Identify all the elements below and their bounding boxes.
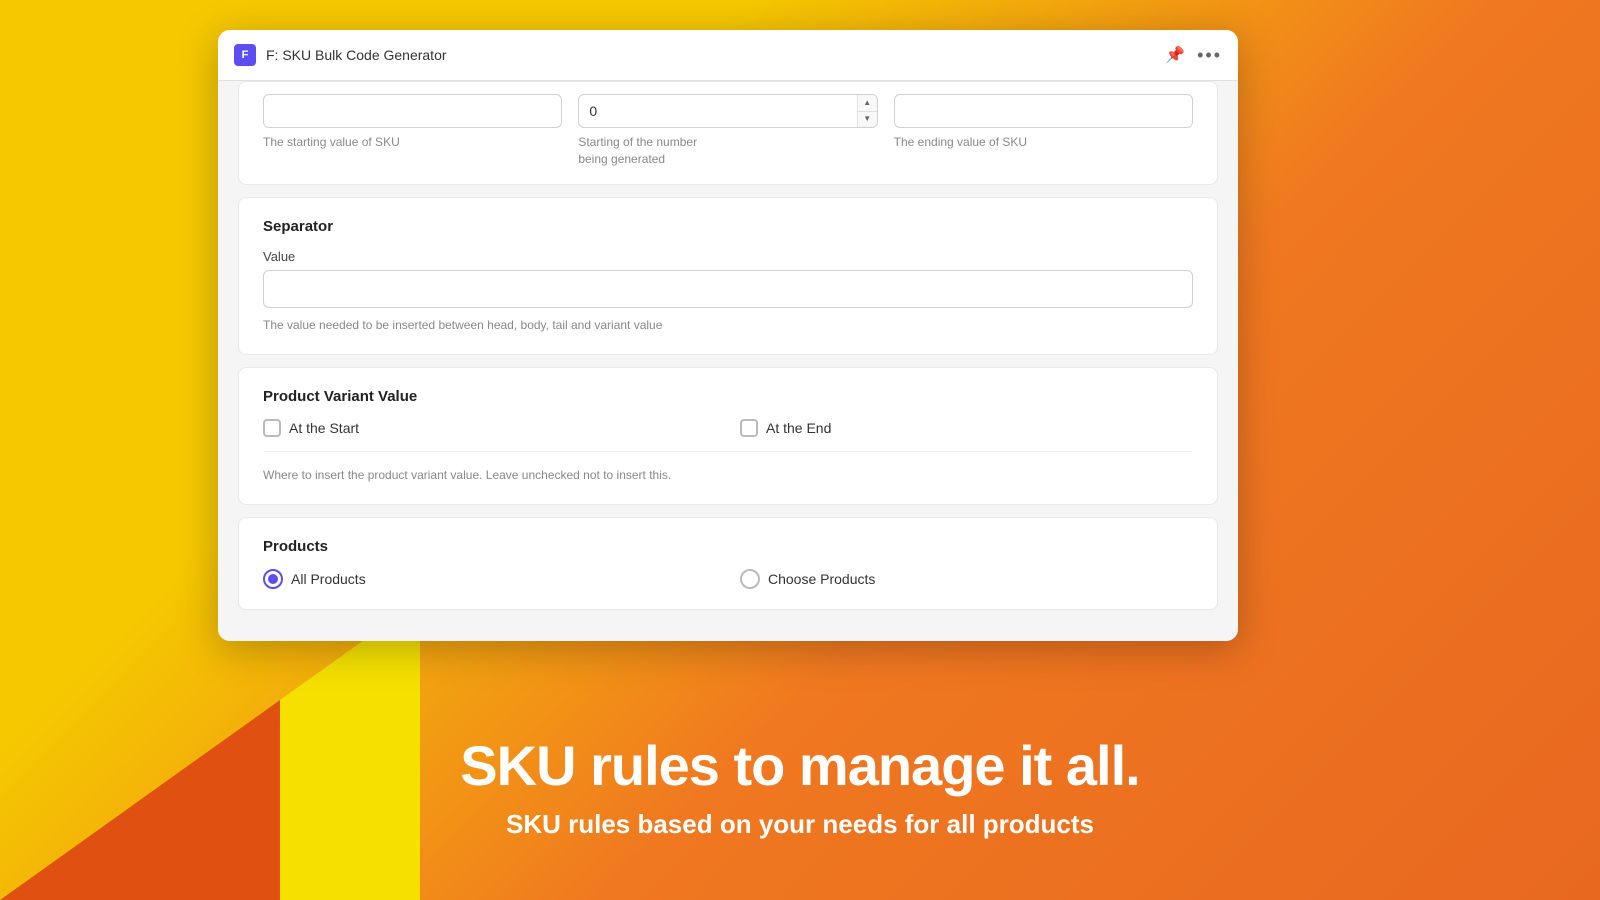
content-area: The starting value of SKU ▲ ▼ Starting o… — [218, 81, 1238, 641]
titlebar-left: F F: SKU Bulk Code Generator — [234, 44, 447, 66]
starting-number-wrapper: ▲ ▼ — [578, 94, 877, 128]
starting-sku-hint: The starting value of SKU — [263, 134, 562, 151]
at-start-checkbox[interactable] — [263, 419, 281, 437]
at-end-option: At the End — [740, 419, 1193, 437]
separator-card: Separator Value The value needed to be i… — [238, 197, 1218, 355]
at-start-option: At the Start — [263, 419, 716, 437]
ending-sku-input[interactable] — [894, 94, 1193, 128]
product-variant-title: Product Variant Value — [263, 388, 1193, 405]
footer-subheadline: SKU rules based on your needs for all pr… — [20, 809, 1580, 840]
separator-value-label: Value — [263, 249, 1193, 264]
starting-sku-field-group: The starting value of SKU — [263, 94, 562, 151]
products-title: Products — [263, 538, 1193, 555]
all-products-radio[interactable] — [263, 569, 283, 589]
separator-input[interactable] — [263, 270, 1193, 308]
variant-divider — [263, 451, 1193, 452]
starting-number-field-group: ▲ ▼ Starting of the number being generat… — [578, 94, 877, 168]
separator-hint: The value needed to be inserted between … — [263, 318, 662, 332]
choose-products-option: Choose Products — [740, 569, 1193, 589]
spinner-up-button[interactable]: ▲ — [858, 95, 877, 112]
pin-icon[interactable]: 📌 — [1165, 45, 1185, 65]
variant-options-row: At the Start At the End — [263, 419, 1193, 437]
ending-sku-hint: The ending value of SKU — [894, 134, 1193, 151]
titlebar-title: F: SKU Bulk Code Generator — [266, 47, 447, 63]
products-options-row: All Products Choose Products — [263, 569, 1193, 589]
at-end-checkbox[interactable] — [740, 419, 758, 437]
products-card: Products All Products Choose Products — [238, 517, 1218, 610]
ending-sku-field-group: The ending value of SKU — [894, 94, 1193, 151]
choose-products-radio[interactable] — [740, 569, 760, 589]
number-spinners: ▲ ▼ — [857, 95, 877, 127]
app-window: F F: SKU Bulk Code Generator 📌 ••• The s… — [218, 30, 1238, 641]
sku-values-card: The starting value of SKU ▲ ▼ Starting o… — [238, 81, 1218, 185]
app-icon: F — [234, 44, 256, 66]
all-products-option: All Products — [263, 569, 716, 589]
at-end-label: At the End — [766, 420, 831, 436]
sku-fields-row: The starting value of SKU ▲ ▼ Starting o… — [263, 94, 1193, 168]
choose-products-label: Choose Products — [768, 571, 875, 587]
starting-number-input[interactable] — [578, 94, 877, 128]
separator-title: Separator — [263, 218, 1193, 235]
more-options-icon[interactable]: ••• — [1197, 45, 1222, 66]
titlebar: F F: SKU Bulk Code Generator 📌 ••• — [218, 30, 1238, 81]
titlebar-right: 📌 ••• — [1165, 45, 1222, 66]
variant-hint: Where to insert the product variant valu… — [263, 468, 671, 482]
product-variant-card: Product Variant Value At the Start At th… — [238, 367, 1218, 505]
footer-headline: SKU rules to manage it all. — [20, 735, 1580, 797]
footer-text: SKU rules to manage it all. SKU rules ba… — [0, 735, 1600, 840]
starting-number-hint: Starting of the number being generated — [578, 134, 877, 168]
at-start-label: At the Start — [289, 420, 359, 436]
all-products-label: All Products — [291, 571, 366, 587]
spinner-down-button[interactable]: ▼ — [858, 112, 877, 128]
starting-sku-input[interactable] — [263, 94, 562, 128]
